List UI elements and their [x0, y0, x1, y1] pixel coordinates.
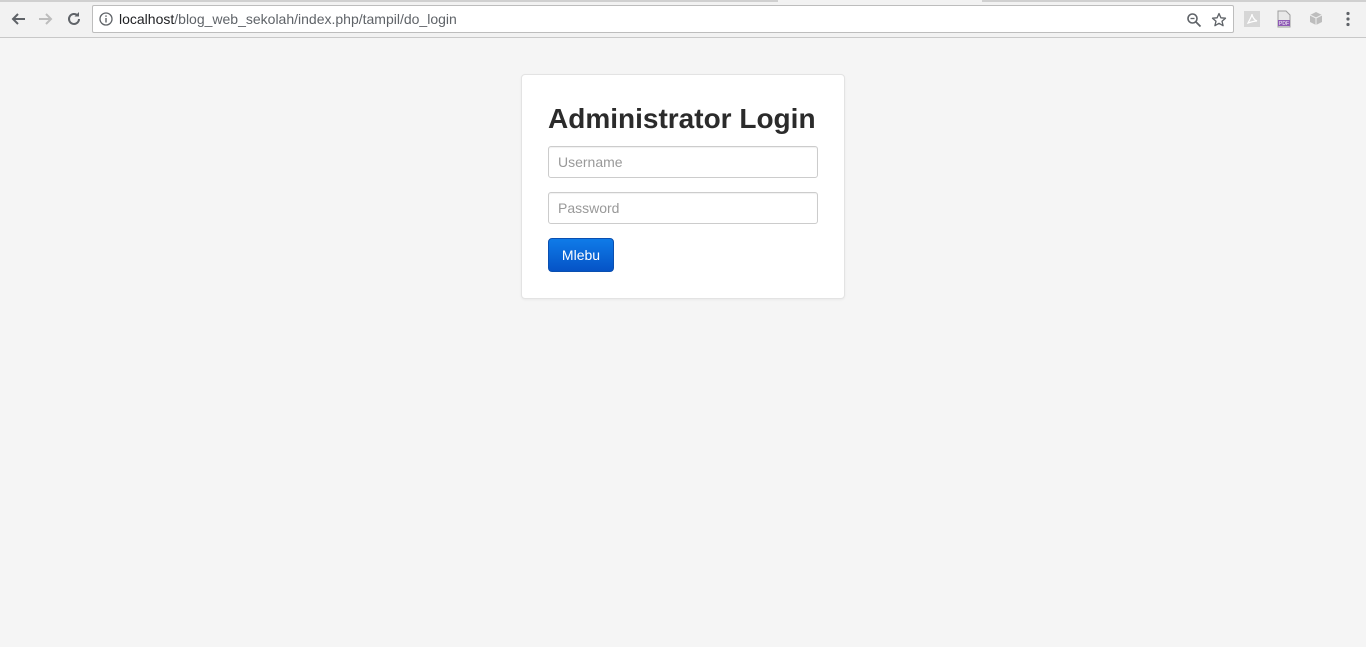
page-title: Administrator Login [548, 103, 816, 134]
reload-button[interactable] [62, 7, 86, 31]
login-submit-button[interactable]: Mlebu [548, 238, 614, 272]
forward-button[interactable] [34, 7, 58, 31]
back-button[interactable] [6, 7, 30, 31]
tab-strip-edge [982, 0, 1366, 2]
login-card: Administrator Login Mlebu [521, 74, 845, 299]
forward-arrow-icon [38, 11, 54, 27]
back-arrow-icon [10, 11, 26, 27]
url-text[interactable]: localhost/blog_web_sekolah/index.php/tam… [119, 6, 457, 32]
url-path: /blog_web_sekolah/index.php/tampil/do_lo… [174, 11, 457, 27]
info-icon[interactable] [99, 12, 113, 26]
reload-icon [66, 11, 82, 27]
star-icon[interactable] [1210, 11, 1228, 29]
browser-toolbar: localhost/blog_web_sekolah/index.php/tam… [0, 0, 1366, 38]
svg-text:PDF: PDF [1279, 21, 1289, 27]
zoom-icon[interactable] [1185, 11, 1203, 29]
pdf-extension-icon[interactable] [1242, 9, 1262, 29]
password-input[interactable] [548, 192, 818, 224]
pdf-file-extension-icon[interactable]: PDF [1274, 9, 1294, 29]
tab-strip-edge [0, 0, 778, 2]
cube-extension-icon[interactable] [1306, 9, 1326, 29]
username-input[interactable] [548, 146, 818, 178]
kebab-menu-icon[interactable] [1338, 9, 1358, 29]
url-host: localhost [119, 11, 175, 27]
address-bar[interactable]: localhost/blog_web_sekolah/index.php/tam… [92, 5, 1234, 33]
